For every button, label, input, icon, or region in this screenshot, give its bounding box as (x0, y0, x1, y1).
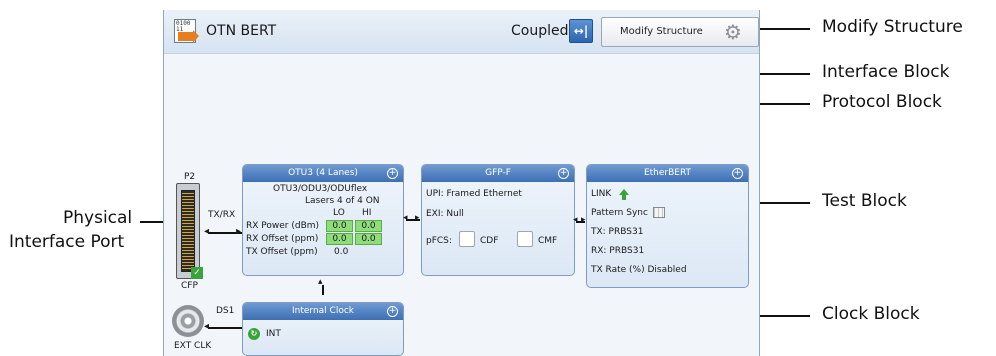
cmf-label: CMF (538, 236, 558, 246)
interface-block-title: OTU3 (4 Lanes) (288, 168, 358, 178)
callout-clock-block: Clock Block (822, 304, 920, 324)
callout-modify-structure: Modify Structure (822, 17, 963, 37)
link-arrow-left-icon: ◂ (573, 215, 578, 225)
clock-block[interactable]: Internal Clock + ↻ INT (242, 302, 404, 356)
port-label-p2: P2 (184, 172, 196, 182)
link-arrow-right-icon: ▸ (581, 215, 586, 225)
expand-icon[interactable]: + (387, 306, 398, 317)
rx-power-hi-value: 0.0 (355, 220, 382, 232)
coupled-toggle-button[interactable]: ↔| (569, 19, 593, 43)
tx-offset-label: TX Offset (ppm) (246, 247, 318, 257)
protocol-block[interactable]: GFP-F + UPI: Framed Ethernet EXI: Null p… (421, 164, 575, 276)
test-block[interactable]: EtherBERT + LINK Pattern Sync TX: PRBS31… (586, 164, 749, 288)
title-bar: 0100 11 OTN BERT Coupled ↔| Modify Struct… (164, 10, 759, 54)
tx-rate: TX Rate (%) Disabled (591, 265, 687, 275)
rx-power-label: RX Power (dBm) (246, 221, 320, 231)
port-label-cfp: CFP (181, 281, 198, 291)
protocol-upi: UPI: Framed Ethernet (426, 189, 522, 199)
ds1-label: DS1 (216, 306, 235, 316)
interface-block[interactable]: OTU3 (4 Lanes) + OTU3/ODU3/ODUflex Laser… (242, 164, 404, 276)
cdf-checkbox[interactable] (459, 231, 475, 247)
protocol-pfcs-label: pFCS: (426, 236, 452, 246)
modify-structure-button[interactable]: Modify Structure ⚙ (601, 17, 759, 47)
pattern-sync-label: Pattern Sync (591, 208, 648, 218)
test-block-title: EtherBERT (643, 168, 692, 178)
callout-physical-line2: Interface Port (9, 232, 125, 252)
rx-offset-hi-value: 0.0 (355, 233, 382, 245)
callout-protocol-block: Protocol Block (822, 92, 942, 112)
rx-power-lo-value: 0.0 (326, 220, 353, 232)
internal-clock-icon: ↻ (248, 328, 260, 340)
interface-block-header: OTU3 (4 Lanes) + (243, 165, 403, 182)
expand-icon[interactable]: + (558, 168, 569, 179)
protocol-block-header: GFP-F + (422, 165, 574, 182)
cdf-label: CDF (480, 236, 499, 246)
port-connector-icon (181, 190, 195, 272)
txrx-arrow-left-icon: ◂ (204, 226, 210, 237)
rx-offset-label: RX Offset (ppm) (246, 234, 319, 244)
modify-structure-label: Modify Structure (620, 26, 703, 37)
protocol-exi: EXI: Null (426, 209, 464, 219)
cmf-checkbox[interactable] (517, 231, 533, 247)
ds1-arrow-left-icon: ◂ (204, 321, 210, 332)
pattern-sync-status-icon (653, 207, 665, 218)
link-status-label: LINK (591, 189, 612, 199)
callout-physical-line1: Physical (63, 208, 133, 228)
expand-icon[interactable]: + (387, 168, 398, 179)
link-arrow-right-icon: ▸ (415, 213, 420, 223)
ext-clk-label: EXT CLK (174, 341, 212, 351)
callout-line-modify-structure (760, 28, 810, 30)
txrx-arrow-right-icon: ▸ (236, 226, 242, 237)
clock-block-header: Internal Clock + (243, 303, 403, 320)
interface-mapping: OTU3/ODU3/ODUflex (273, 184, 368, 194)
clock-block-title: Internal Clock (292, 306, 354, 316)
txrx-label: TX/RX (208, 210, 236, 220)
ds1-link (208, 327, 242, 329)
coupled-label: Coupled (511, 23, 569, 39)
clock-up-arrow-icon: ▴ (318, 277, 323, 287)
tx-offset-value: 0.0 (334, 247, 349, 257)
physical-interface-port[interactable] (176, 183, 200, 279)
otn-bert-app-icon: 0100 11 (174, 19, 199, 43)
tx-pattern: TX: PRBS31 (591, 227, 644, 237)
link-up-arrow-icon (619, 189, 629, 200)
test-block-header: EtherBERT + (587, 165, 748, 182)
col-header-hi: HI (362, 208, 372, 218)
link-arrow-left-icon: ◂ (403, 213, 408, 223)
callout-interface-block: Interface Block (822, 62, 950, 82)
rx-offset-lo-value: 0.0 (326, 233, 353, 245)
page-title: OTN BERT (206, 23, 277, 39)
ext-clk-bnc-connector[interactable] (172, 305, 204, 337)
gear-icon: ⚙ (724, 20, 742, 44)
callout-test-block: Test Block (822, 191, 907, 211)
interface-lasers: Lasers 4 of 4 ON (305, 196, 380, 206)
otn-bert-panel: 0100 11 OTN BERT Coupled ↔| Modify Struct… (163, 10, 760, 356)
col-header-lo: LO (333, 208, 345, 218)
protocol-block-title: GFP-F (485, 168, 511, 178)
coupled-arrows-icon: ↔| (573, 24, 589, 38)
expand-icon[interactable]: + (732, 168, 743, 179)
rx-pattern: RX: PRBS31 (591, 246, 645, 256)
clock-source-value: INT (266, 329, 281, 339)
port-enabled-check-icon: ✓ (191, 267, 203, 279)
